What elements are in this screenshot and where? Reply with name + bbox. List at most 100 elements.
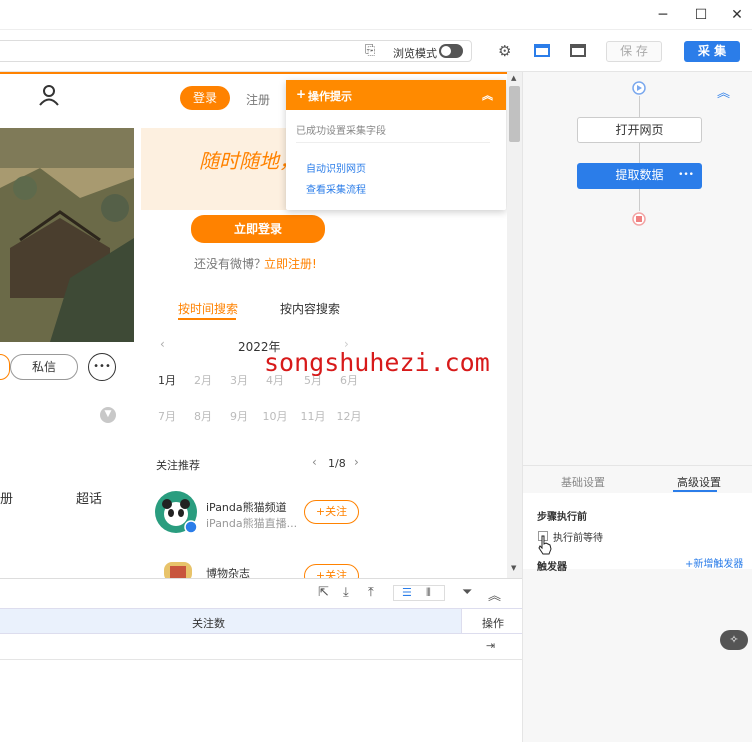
row-action-icon[interactable]: ⇥ <box>486 639 495 652</box>
month-item[interactable]: 2月 <box>188 372 218 388</box>
tab-advanced-settings[interactable]: 高级设置 <box>677 474 721 490</box>
data-preview-panel: ⇱ ⤓ ⤒ ☰ ⦀ ⏷ ︽ 关注数 操作 ⇥ <box>0 578 522 742</box>
message-button[interactable]: 私信 <box>10 354 78 380</box>
avatar-panda[interactable] <box>155 491 199 535</box>
view-toggle: ☰ ⦀ <box>393 585 445 601</box>
flow-step-open-page[interactable]: 打开网页 <box>577 117 702 143</box>
prev-year-icon[interactable]: ‹ <box>160 337 165 351</box>
scroll-down-icon[interactable]: ▼ <box>511 564 516 572</box>
download-icon[interactable]: ⤓ <box>343 585 349 600</box>
landscape-painting-image <box>0 128 134 342</box>
start-icon <box>632 81 646 95</box>
collapse-panel-icon[interactable]: ︽ <box>488 585 501 604</box>
plus-icon: + <box>296 87 307 101</box>
save-button[interactable]: 保 存 <box>606 41 662 62</box>
tab-search-by-content[interactable]: 按内容搜索 <box>280 300 340 317</box>
register-now-link[interactable]: 立即注册! <box>264 255 317 272</box>
tab-album[interactable]: 册 <box>0 488 13 507</box>
month-item[interactable]: 8月 <box>188 408 218 424</box>
toolbar: ⎘ 浏览模式 ⚙ 保 存 采 集 <box>0 30 752 72</box>
login-tab[interactable]: 登录 <box>180 86 230 110</box>
column-header-ops: 操作 <box>482 617 504 630</box>
scroll-up-icon[interactable]: ▲ <box>511 74 516 82</box>
stop-icon <box>632 212 646 226</box>
wait-before-label: 执行前等待 <box>553 533 603 544</box>
flow-connector <box>639 143 640 163</box>
export-icon[interactable]: ⇱ <box>318 585 329 600</box>
tip-header: + 操作提示 ︽ <box>286 80 506 110</box>
month-item[interactable]: 12月 <box>334 408 364 424</box>
follow-button[interactable]: +关注 <box>304 564 359 578</box>
page-header-line <box>0 72 522 74</box>
column-header-follow-count[interactable]: 关注数 <box>192 615 225 631</box>
tab-underline <box>178 318 236 320</box>
operation-tip-popup: + 操作提示 ︽ 已成功设置采集字段 自动识别网页 查看采集流程 <box>286 80 506 210</box>
url-input[interactable]: ⎘ 浏览模式 <box>0 40 472 62</box>
month-item[interactable]: 7月 <box>152 408 182 424</box>
list-view-icon[interactable]: ☰ <box>402 586 412 599</box>
gear-icon[interactable]: ⚙ <box>498 42 511 60</box>
rec1-desc: iPanda熊猫直播... <box>206 517 298 530</box>
browse-mode-label: 浏览模式 <box>393 47 437 60</box>
column-view-icon[interactable]: ⦀ <box>426 586 431 600</box>
minimize-icon[interactable]: ─ <box>652 4 674 26</box>
filter-icon[interactable]: ⏷ <box>462 585 472 600</box>
title-bar: ─ ☐ ✕ <box>0 0 752 30</box>
chevron-down-icon[interactable]: ▼ <box>100 407 116 423</box>
advanced-settings-content: 步骤执行前 执行前等待 触发器 +新增触发器 <box>523 493 752 573</box>
hand-cursor-icon <box>538 535 552 555</box>
avatar-museum[interactable] <box>160 558 196 578</box>
follow-button[interactable]: +关注 <box>304 500 359 524</box>
prev-page-icon[interactable]: ‹ <box>312 455 317 469</box>
tab-basic-settings[interactable]: 基础设置 <box>561 474 605 490</box>
login-now-button[interactable]: 立即登录 <box>191 215 325 243</box>
layout-icon[interactable] <box>534 44 550 57</box>
collect-button[interactable]: 采 集 <box>684 41 740 62</box>
month-item[interactable]: 11月 <box>298 408 328 424</box>
tip-title: 操作提示 <box>308 90 352 103</box>
rec1-name[interactable]: iPanda熊猫频道 <box>206 499 287 515</box>
flow-step-extract-label: 提取数据 <box>615 168 664 182</box>
month-item[interactable]: 9月 <box>224 408 254 424</box>
table-row: ⇥ <box>0 634 522 660</box>
magic-wand-icon[interactable]: ✧ <box>720 630 748 650</box>
next-page-icon[interactable]: › <box>354 455 359 469</box>
register-tab[interactable]: 注册 <box>246 91 270 108</box>
tab-search-by-time[interactable]: 按时间搜索 <box>178 300 238 317</box>
watermark-text: songshuhezi.com <box>264 348 490 377</box>
collapse-flow-icon[interactable]: ︽ <box>717 82 730 101</box>
month-item[interactable]: 3月 <box>224 372 254 388</box>
user-icon[interactable] <box>38 84 60 106</box>
before-step-title: 步骤执行前 <box>537 512 587 523</box>
recommend-title: 关注推荐 <box>156 459 200 472</box>
trigger-title: 触发器 <box>537 562 567 573</box>
month-item[interactable]: 1月 <box>152 372 182 388</box>
add-trigger-link[interactable]: +新增触发器 <box>685 555 743 570</box>
follow-button-partial[interactable] <box>0 354 10 380</box>
flow-step-extract-data[interactable]: 提取数据 ••• <box>577 163 702 189</box>
auto-detect-link[interactable]: 自动识别网页 <box>306 160 366 175</box>
workflow-panel: ︽ 打开网页 提取数据 ••• 基础设置 高级设置 步骤执行前 执行前等待 触发… <box>522 72 752 742</box>
browse-mode-toggle[interactable] <box>439 44 463 58</box>
close-icon[interactable]: ✕ <box>726 4 748 26</box>
scrollbar[interactable]: ▲ ▼ <box>507 72 522 578</box>
view-flow-link[interactable]: 查看采集流程 <box>306 181 366 196</box>
window-icon[interactable] <box>570 44 586 57</box>
tip-message: 已成功设置采集字段 <box>296 126 386 137</box>
maximize-icon[interactable]: ☐ <box>690 4 712 26</box>
tab-underline <box>673 490 717 492</box>
rec2-name[interactable]: 博物杂志 <box>206 565 250 578</box>
recommend-page: 1/8 <box>328 457 346 470</box>
scrollbar-thumb[interactable] <box>509 86 520 142</box>
tab-super-topic[interactable]: 超话 <box>76 488 102 507</box>
step-more-icon[interactable]: ••• <box>678 163 694 187</box>
no-account-text: 还没有微博？ <box>194 257 267 271</box>
flow-connector <box>639 189 640 211</box>
more-button[interactable]: ••• <box>88 353 116 381</box>
flow-connector <box>639 96 640 118</box>
collapse-icon[interactable]: ︽ <box>482 87 493 103</box>
divider <box>523 465 752 466</box>
upload-icon[interactable]: ⤒ <box>368 585 374 600</box>
month-item[interactable]: 10月 <box>260 408 290 424</box>
tip-divider <box>296 142 490 143</box>
